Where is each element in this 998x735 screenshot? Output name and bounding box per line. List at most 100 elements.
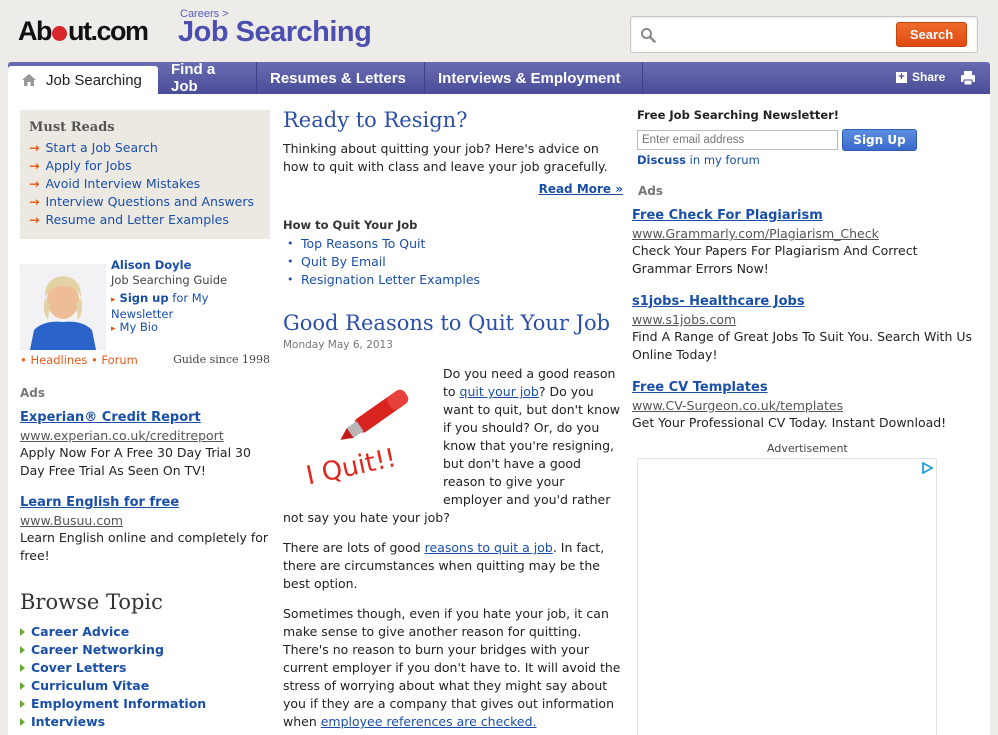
must-reads-box: Must Reads → Start a Job Search → Apply fo…: [20, 110, 270, 239]
must-read-link[interactable]: → Interview Questions and Answers: [29, 193, 261, 211]
employee-references-link[interactable]: employee references are checked.: [321, 714, 537, 729]
ads-label: Ads: [638, 184, 664, 198]
must-read-link[interactable]: → Resume and Letter Examples: [29, 211, 261, 229]
topic-link[interactable]: Career Advice: [20, 623, 275, 641]
ad-url[interactable]: www.CV-Surgeon.co.uk/templates: [632, 398, 977, 413]
tab-interviews-employment[interactable]: Interviews & Employment: [425, 62, 643, 94]
search-input[interactable]: [661, 24, 921, 46]
triangle-icon: [20, 664, 25, 672]
topic-link[interactable]: Cover Letters: [20, 659, 275, 677]
topic-link[interactable]: Curriculum Vitae: [20, 677, 275, 695]
ad-title[interactable]: s1jobs- Healthcare Jobs: [632, 294, 977, 309]
how-to-link[interactable]: • Top Reasons To Quit: [283, 235, 623, 253]
sign-up-button[interactable]: Sign Up: [842, 129, 917, 151]
bullet: •: [287, 237, 294, 250]
article-title[interactable]: Good Reasons to Quit Your Job: [283, 311, 623, 335]
article-date: Monday May 6, 2013: [283, 339, 393, 351]
main-nav: Job Searching Find a Job Resumes & Lette…: [8, 61, 990, 95]
link-text: Resignation Letter Examples: [301, 272, 481, 287]
arrow-icon: →: [29, 140, 40, 155]
ad-url[interactable]: www.s1jobs.com: [632, 312, 977, 327]
tab-label: Interviews & Employment: [438, 69, 621, 87]
article-paragraph: There are lots of good reasons to quit a…: [283, 539, 623, 593]
link-text: Avoid Interview Mistakes: [45, 176, 201, 191]
triangle-icon: [20, 628, 25, 636]
bullet: •: [20, 353, 27, 367]
guide-footer: • Headlines • Forum Guide since 1998: [20, 353, 270, 367]
link-text: Top Reasons To Quit: [301, 236, 426, 251]
ad-title[interactable]: Free Check For Plagiarism: [632, 208, 977, 223]
ad-title[interactable]: Free CV Templates: [632, 380, 977, 395]
arrow-icon: →: [29, 158, 40, 173]
link-bold: Discuss: [637, 153, 687, 167]
newsletter-signup-link[interactable]: ▸ Sign up for My Newsletter: [111, 291, 231, 321]
link-text: Interview Questions and Answers: [45, 194, 255, 209]
ad-url[interactable]: www.Grammarly.com/Plagiarism_Check: [632, 226, 977, 241]
home-icon: [22, 74, 36, 86]
left-ads: Ads Experian® Credit Report www.experian…: [20, 386, 275, 565]
how-to-link[interactable]: • Quit By Email: [283, 253, 623, 271]
topic-link[interactable]: Interviews: [20, 713, 275, 731]
tab-resumes-letters[interactable]: Resumes & Letters: [257, 62, 425, 94]
must-read-link[interactable]: → Avoid Interview Mistakes: [29, 175, 261, 193]
quit-your-job-link[interactable]: quit your job: [460, 384, 539, 399]
how-to-quit-title: How to Quit Your Job: [283, 218, 418, 232]
headlines-link[interactable]: Headlines: [30, 353, 87, 367]
guide-box: Alison Doyle Job Searching Guide ▸ Sign u…: [20, 252, 270, 372]
tab-find-a-job[interactable]: Find a Job: [158, 61, 257, 95]
logo-text-start: Ab: [18, 16, 53, 46]
right-ads: Ads Free Check For Plagiarism www.Gramma…: [632, 184, 977, 432]
email-field[interactable]: [637, 130, 838, 150]
text: Sometimes though, even if you hate your …: [283, 606, 621, 729]
print-icon[interactable]: [960, 70, 976, 86]
advertisement-label: Advertisement: [767, 442, 848, 455]
ad-title[interactable]: Learn English for free: [20, 495, 275, 510]
feature-description: Thinking about quitting your job? Here's…: [283, 141, 608, 174]
site-header: Ab ut.com Careers > Job Searching Search: [0, 0, 998, 62]
topic-link[interactable]: Employment Information: [20, 695, 275, 713]
ad-description: Get Your Professional CV Today. Instant …: [632, 415, 947, 430]
guide-photo[interactable]: [20, 264, 106, 350]
guide-name[interactable]: Alison Doyle: [111, 258, 191, 272]
guide-portrait-image: [20, 264, 106, 350]
ad-url[interactable]: www.experian.co.uk/creditreport: [20, 428, 275, 443]
arrow-icon: →: [29, 194, 40, 209]
search-icon: [641, 28, 656, 43]
search-button[interactable]: Search: [896, 22, 967, 47]
reasons-to-quit-link[interactable]: reasons to quit a job: [425, 540, 553, 555]
topic-link[interactable]: Career Networking: [20, 641, 275, 659]
ad-item: Learn English for free www.Busuu.com Lea…: [20, 495, 275, 565]
share-button[interactable]: + Share: [896, 70, 945, 84]
how-to-link[interactable]: • Resignation Letter Examples: [283, 271, 623, 289]
tab-job-searching[interactable]: Job Searching: [8, 66, 158, 94]
must-read-link[interactable]: → Start a Job Search: [29, 139, 261, 157]
adchoices-icon[interactable]: [921, 462, 933, 474]
ad-item: Experian® Credit Report www.experian.co.…: [20, 410, 275, 480]
ad-item: Free Check For Plagiarism www.Grammarly.…: [632, 208, 977, 278]
article-body: I Quit!! Do you need a good reason to qu…: [283, 365, 623, 731]
feature-title[interactable]: Ready to Resign?: [283, 108, 623, 132]
ad-url[interactable]: www.Busuu.com: [20, 513, 275, 528]
tab-label: Job Searching: [46, 71, 142, 89]
ad-title[interactable]: Experian® Credit Report: [20, 410, 275, 425]
ad-description: Check Your Papers For Plagiarism And Cor…: [632, 243, 918, 276]
forum-link[interactable]: Forum: [101, 353, 137, 367]
link-text: My Bio: [119, 320, 159, 334]
site-title[interactable]: Job Searching: [178, 16, 372, 49]
must-reads-title: Must Reads: [29, 120, 115, 135]
newsletter-title: Free Job Searching Newsletter!: [637, 108, 840, 122]
article-paragraph: Sometimes though, even if you hate your …: [283, 605, 623, 731]
guide-since: Guide since 1998: [173, 353, 270, 366]
read-more-link[interactable]: Read More »: [283, 182, 623, 196]
link-text: Apply for Jobs: [45, 158, 132, 173]
my-bio-link[interactable]: ▸ My Bio: [111, 320, 158, 334]
bullet: •: [287, 255, 294, 268]
link-text: in my forum: [686, 153, 760, 167]
browse-topic: Browse Topic Career Advice Career Networ…: [20, 590, 275, 731]
ad-description: Learn English online and completely for …: [20, 530, 269, 563]
advertisement-box[interactable]: [637, 458, 937, 735]
discuss-forum-link[interactable]: Discuss in my forum: [637, 153, 760, 167]
triangle-icon: [20, 646, 25, 654]
must-read-link[interactable]: → Apply for Jobs: [29, 157, 261, 175]
about-logo[interactable]: Ab ut.com: [18, 16, 149, 47]
